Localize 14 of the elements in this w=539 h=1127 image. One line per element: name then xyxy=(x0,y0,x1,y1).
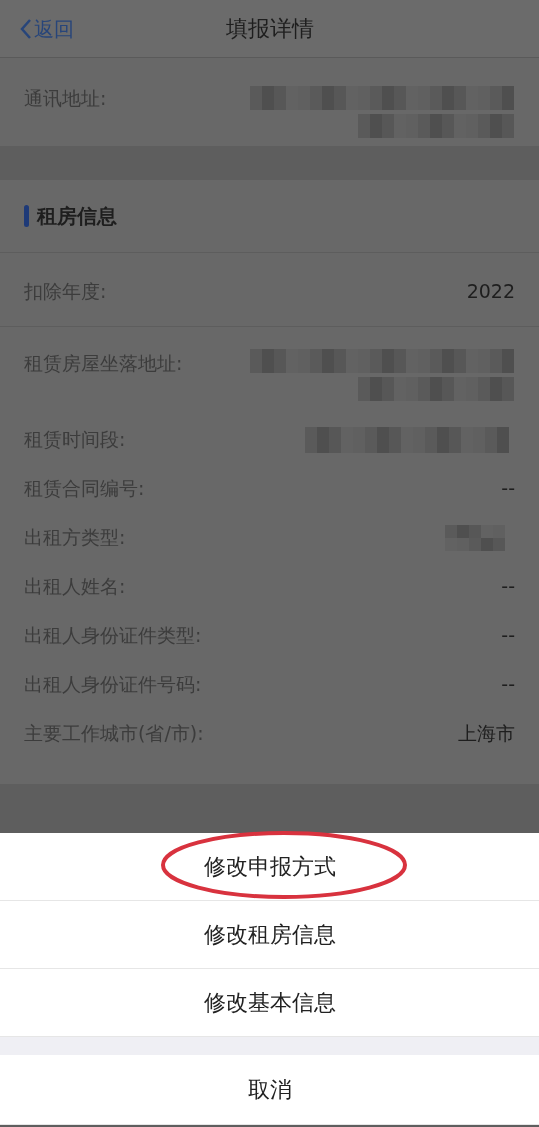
field-value: -- xyxy=(501,623,515,648)
chevron-left-icon xyxy=(20,18,32,40)
sheet-option[interactable]: 修改申报方式 xyxy=(0,833,539,901)
section-title: 租房信息 xyxy=(37,203,117,230)
sheet-option[interactable]: 修改基本信息 xyxy=(0,969,539,1037)
field-value: -- xyxy=(501,672,515,697)
page-title: 填报详情 xyxy=(225,15,314,43)
cancel-button[interactable]: 取消 xyxy=(0,1055,539,1125)
field-value: 上海市 xyxy=(458,721,515,746)
field-value: -- xyxy=(501,476,515,501)
section-marker xyxy=(24,205,29,227)
sheet-option[interactable]: 修改租房信息 xyxy=(0,901,539,969)
field-value: 2022 xyxy=(466,279,515,304)
field-value: -- xyxy=(501,574,515,599)
